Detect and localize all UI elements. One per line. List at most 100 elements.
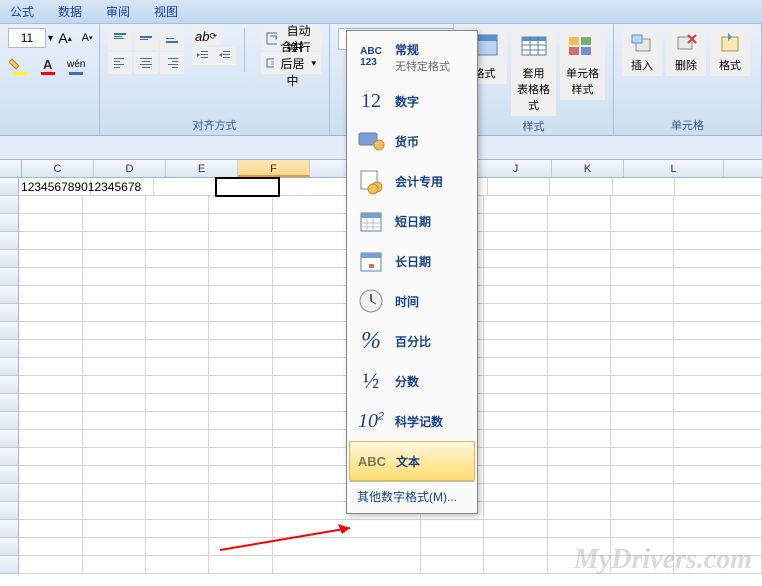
- cell[interactable]: [611, 196, 674, 214]
- row-header[interactable]: [0, 214, 19, 232]
- cell[interactable]: [83, 502, 146, 520]
- orientation-button[interactable]: ab⟳: [192, 28, 220, 45]
- cell[interactable]: [83, 250, 146, 268]
- cell[interactable]: [273, 520, 422, 538]
- cell[interactable]: [548, 250, 611, 268]
- cell[interactable]: [611, 448, 674, 466]
- row-header[interactable]: [0, 466, 19, 484]
- cell[interactable]: [548, 214, 611, 232]
- cell[interactable]: [146, 484, 209, 502]
- format-general[interactable]: ABC123 常规 无特定格式: [349, 33, 475, 81]
- cell[interactable]: [548, 268, 611, 286]
- align-left-button[interactable]: [108, 52, 132, 74]
- col-header-j[interactable]: J: [480, 160, 552, 177]
- cell[interactable]: [83, 286, 146, 304]
- cell[interactable]: [548, 358, 611, 376]
- cell[interactable]: [19, 196, 82, 214]
- col-header-l[interactable]: L: [624, 160, 724, 177]
- phonetic-guide-button[interactable]: wén: [64, 56, 90, 78]
- cell[interactable]: [146, 520, 209, 538]
- cell[interactable]: [83, 520, 146, 538]
- cell[interactable]: [209, 394, 272, 412]
- row-header[interactable]: [0, 178, 19, 196]
- cell[interactable]: [83, 466, 146, 484]
- cell[interactable]: [19, 448, 82, 466]
- cell[interactable]: [209, 196, 272, 214]
- cell[interactable]: [611, 484, 674, 502]
- cell[interactable]: [484, 520, 547, 538]
- cell[interactable]: [146, 376, 209, 394]
- cell[interactable]: [146, 412, 209, 430]
- align-center-button[interactable]: [134, 52, 158, 74]
- increase-font-button[interactable]: A▴: [55, 28, 75, 48]
- cell[interactable]: [146, 196, 209, 214]
- col-header-f[interactable]: F: [238, 160, 310, 177]
- cell[interactable]: [146, 430, 209, 448]
- cell[interactable]: [611, 250, 674, 268]
- cell[interactable]: [273, 556, 422, 574]
- row-header[interactable]: [0, 412, 19, 430]
- cell[interactable]: [146, 394, 209, 412]
- cell[interactable]: [83, 304, 146, 322]
- cell[interactable]: [548, 394, 611, 412]
- row-header[interactable]: [0, 268, 19, 286]
- cell[interactable]: [209, 448, 272, 466]
- cell[interactable]: [83, 340, 146, 358]
- cell[interactable]: [83, 268, 146, 286]
- cell[interactable]: [19, 250, 82, 268]
- cell[interactable]: [421, 520, 484, 538]
- align-bottom-button[interactable]: [160, 28, 184, 50]
- row-header[interactable]: [0, 520, 19, 538]
- col-header-e[interactable]: E: [166, 160, 238, 177]
- cell[interactable]: [484, 376, 547, 394]
- font-size-input[interactable]: [8, 28, 46, 48]
- cell[interactable]: [83, 412, 146, 430]
- cell[interactable]: [146, 358, 209, 376]
- cell[interactable]: [146, 340, 209, 358]
- cell[interactable]: [19, 358, 82, 376]
- cell[interactable]: [19, 394, 82, 412]
- cell[interactable]: 123456789012345678: [19, 178, 91, 196]
- cell[interactable]: [209, 250, 272, 268]
- cell[interactable]: [611, 214, 674, 232]
- cell[interactable]: [611, 394, 674, 412]
- cell[interactable]: [674, 448, 762, 466]
- cell[interactable]: [548, 412, 611, 430]
- cell-styles-button[interactable]: 单元格 样式: [560, 28, 605, 100]
- cell[interactable]: [674, 394, 762, 412]
- cell[interactable]: [209, 466, 272, 484]
- cell[interactable]: [146, 268, 209, 286]
- cell[interactable]: [421, 556, 484, 574]
- cell[interactable]: [484, 232, 547, 250]
- select-all-corner[interactable]: [0, 160, 22, 177]
- cell[interactable]: [146, 232, 209, 250]
- cell[interactable]: [611, 304, 674, 322]
- cell[interactable]: [209, 304, 272, 322]
- cell[interactable]: [209, 538, 272, 556]
- font-color-button[interactable]: A: [36, 56, 62, 78]
- cell[interactable]: [484, 286, 547, 304]
- cell[interactable]: [611, 232, 674, 250]
- cell[interactable]: [83, 214, 146, 232]
- cell[interactable]: [273, 538, 422, 556]
- format-short-date[interactable]: 短日期: [349, 201, 475, 241]
- cell[interactable]: [209, 520, 272, 538]
- cell[interactable]: [675, 178, 762, 196]
- cell[interactable]: [611, 322, 674, 340]
- cell[interactable]: [209, 286, 272, 304]
- cell[interactable]: [484, 502, 547, 520]
- row-header[interactable]: [0, 250, 19, 268]
- cell[interactable]: [83, 322, 146, 340]
- cell[interactable]: [209, 556, 272, 574]
- col-header-d[interactable]: D: [94, 160, 166, 177]
- cell[interactable]: [83, 358, 146, 376]
- cell[interactable]: [19, 556, 82, 574]
- cell[interactable]: [484, 322, 547, 340]
- cell[interactable]: [209, 268, 272, 286]
- format-number[interactable]: 12 数字: [349, 81, 475, 121]
- cell[interactable]: [146, 448, 209, 466]
- cell[interactable]: [674, 322, 762, 340]
- cell[interactable]: [484, 268, 547, 286]
- cell[interactable]: [83, 484, 146, 502]
- cell[interactable]: [146, 304, 209, 322]
